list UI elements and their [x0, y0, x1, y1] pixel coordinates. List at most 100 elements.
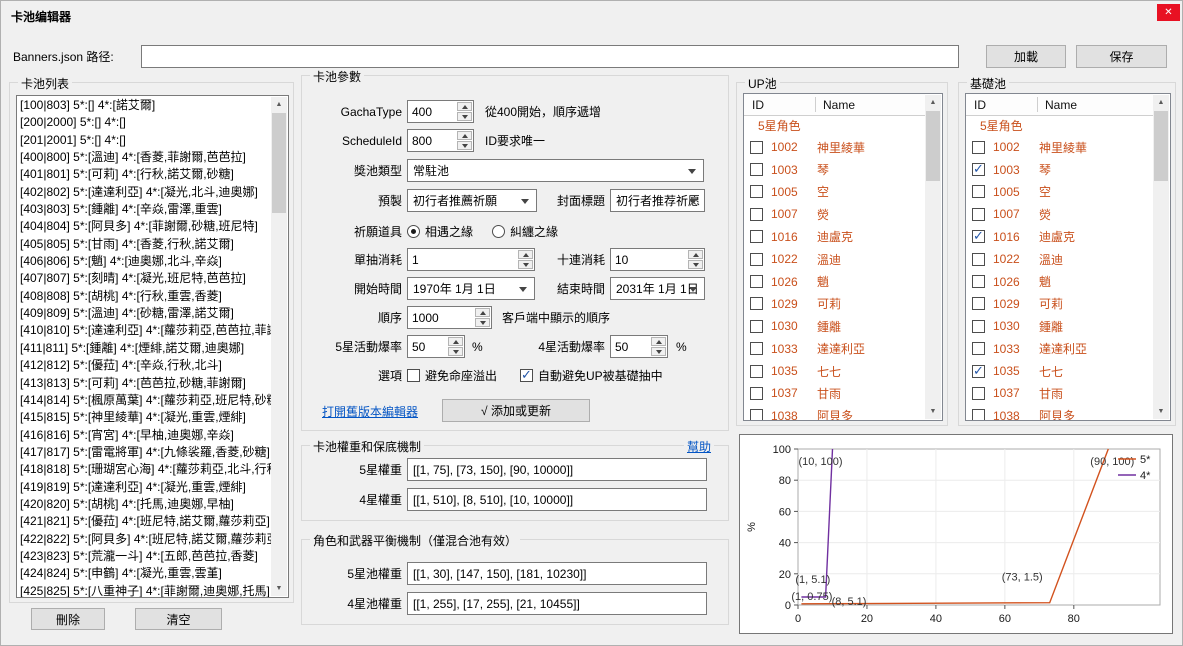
row-checkbox[interactable]: [750, 297, 763, 310]
row-checkbox[interactable]: [972, 387, 985, 400]
row-checkbox[interactable]: [972, 163, 985, 176]
row-checkbox[interactable]: [972, 275, 985, 288]
list-item[interactable]: [423|823] 5*:[荒瀧一斗] 4*:[五郎,芭芭拉,香菱]: [17, 548, 271, 565]
scheduleid-spinner[interactable]: 800: [407, 129, 474, 152]
row-checkbox[interactable]: [750, 163, 763, 176]
list-item[interactable]: [401|801] 5*:[可莉] 4*:[行秋,諾艾爾,砂糖]: [17, 166, 271, 183]
column-header-id[interactable]: ID: [752, 98, 764, 112]
cover-title-combobox[interactable]: 初行者推荐祈愿: [610, 189, 705, 212]
rate4-spinner[interactable]: 50: [610, 335, 668, 358]
table-row[interactable]: 1037甘雨: [744, 382, 925, 404]
pool-weight4-input[interactable]: [[1, 255], [17, 255], [21, 10455]]: [407, 592, 707, 615]
row-checkbox[interactable]: [750, 409, 763, 420]
spinner-arrows-icon[interactable]: [651, 336, 667, 357]
pool-weight5-input[interactable]: [[1, 30], [147, 150], [181, 10230]]: [407, 562, 707, 585]
table-row[interactable]: 1007熒: [744, 203, 925, 225]
spinner-arrows-icon[interactable]: [688, 249, 704, 270]
row-checkbox[interactable]: [972, 320, 985, 333]
help-link[interactable]: 幫助: [684, 438, 714, 455]
row-checkbox[interactable]: [750, 387, 763, 400]
pool-listbox[interactable]: [100|803] 5*:[] 4*:[諾艾爾][200|2000] 5*:[]…: [16, 95, 289, 598]
table-row[interactable]: 1007熒: [966, 203, 1153, 225]
path-input[interactable]: [141, 45, 959, 68]
list-item[interactable]: [418|818] 5*:[珊瑚宮心海] 4*:[蘿莎莉亞,北斗,行秋]: [17, 461, 271, 478]
row-checkbox[interactable]: [750, 365, 763, 378]
delete-button[interactable]: 刪除: [31, 608, 105, 630]
list-item[interactable]: [402|802] 5*:[達達利亞] 4*:[凝光,北斗,迪奧娜]: [17, 184, 271, 201]
scroll-up-icon[interactable]: ▲: [271, 97, 287, 112]
list-item[interactable]: [408|808] 5*:[胡桃] 4*:[行秋,重雲,香菱]: [17, 288, 271, 305]
row-checkbox[interactable]: [750, 275, 763, 288]
spinner-arrows-icon[interactable]: [457, 130, 473, 151]
checkbox-avoid-constellation-overflow[interactable]: 避免命座溢出: [407, 367, 497, 383]
clear-button[interactable]: 清空: [135, 608, 222, 630]
scroll-thumb[interactable]: [926, 111, 940, 181]
scroll-down-icon[interactable]: ▼: [1153, 404, 1169, 419]
spinner-arrows-icon[interactable]: [475, 307, 491, 328]
list-item[interactable]: [415|815] 5*:[神里綾華] 4*:[凝光,重雲,煙緋]: [17, 409, 271, 426]
row-checkbox[interactable]: [750, 230, 763, 243]
base-pool-scrollbar[interactable]: ▲ ▼: [1153, 95, 1169, 419]
rate5-spinner[interactable]: 50: [407, 335, 465, 358]
weight4-input[interactable]: [[1, 510], [8, 510], [10, 10000]]: [407, 488, 707, 511]
scroll-down-icon[interactable]: ▼: [271, 581, 287, 596]
load-button[interactable]: 加載: [986, 45, 1066, 68]
base-pool-table[interactable]: IDName5星角色1002神里綾華1003琴1005空1007熒1016迪盧克…: [965, 93, 1171, 421]
table-row[interactable]: 1003琴: [966, 158, 1153, 180]
table-row[interactable]: 1022溫迪: [744, 248, 925, 270]
row-checkbox[interactable]: [750, 208, 763, 221]
list-item[interactable]: [201|2001] 5*:[] 4*:[]: [17, 132, 271, 149]
order-spinner[interactable]: 1000: [407, 306, 492, 329]
table-row[interactable]: 1002神里綾華: [744, 136, 925, 158]
add-or-update-button[interactable]: √ 添加或更新: [442, 399, 590, 422]
list-item[interactable]: [419|819] 5*:[達達利亞] 4*:[凝光,重雲,煙緋]: [17, 479, 271, 496]
row-checkbox[interactable]: [750, 141, 763, 154]
table-row[interactable]: 1002神里綾華: [966, 136, 1153, 158]
list-item[interactable]: [412|812] 5*:[優菈] 4*:[辛焱,行秋,北斗]: [17, 357, 271, 374]
list-item[interactable]: [406|806] 5*:[魈] 4*:[迪奧娜,北斗,辛焱]: [17, 253, 271, 270]
row-checkbox[interactable]: [972, 141, 985, 154]
column-header-name[interactable]: Name: [823, 98, 855, 112]
checkbox-auto-avoid-up-in-base[interactable]: 自動避免UP被基礎抽中: [520, 367, 663, 383]
column-header-name[interactable]: Name: [1045, 98, 1077, 112]
list-item[interactable]: [422|822] 5*:[阿貝多] 4*:[班尼特,諾艾爾,蘿莎莉亞]: [17, 531, 271, 548]
table-row[interactable]: 1033達達利亞: [966, 338, 1153, 360]
list-item[interactable]: [100|803] 5*:[] 4*:[諾艾爾]: [17, 97, 271, 114]
close-button[interactable]: ✕: [1157, 4, 1180, 21]
table-row[interactable]: 1005空: [744, 181, 925, 203]
row-checkbox[interactable]: [972, 230, 985, 243]
scroll-up-icon[interactable]: ▲: [1153, 95, 1169, 110]
row-checkbox[interactable]: [750, 342, 763, 355]
row-checkbox[interactable]: [750, 185, 763, 198]
list-item[interactable]: [424|824] 5*:[申鶴] 4*:[凝光,重雲,雲堇]: [17, 565, 271, 582]
scroll-up-icon[interactable]: ▲: [925, 95, 941, 110]
spinner-arrows-icon[interactable]: [457, 101, 473, 122]
save-button[interactable]: 保存: [1076, 45, 1167, 68]
list-item[interactable]: [410|810] 5*:[達達利亞] 4*:[蘿莎莉亞,芭芭拉,菲謝爾]: [17, 322, 271, 339]
list-item[interactable]: [411|811] 5*:[鍾離] 4*:[煙緋,諾艾爾,迪奧娜]: [17, 340, 271, 357]
list-item[interactable]: [403|803] 5*:[鍾離] 4*:[辛焱,雷澤,重雲]: [17, 201, 271, 218]
row-checkbox[interactable]: [972, 365, 985, 378]
up-pool-scrollbar[interactable]: ▲ ▼: [925, 95, 941, 419]
row-checkbox[interactable]: [972, 185, 985, 198]
table-row[interactable]: 1035七七: [744, 360, 925, 382]
open-old-editor-link[interactable]: 打開舊版本編輯器: [322, 403, 418, 420]
list-item[interactable]: [421|821] 5*:[優菈] 4*:[班尼特,諾艾爾,蘿莎莉亞]: [17, 513, 271, 530]
list-item[interactable]: [414|814] 5*:[楓原萬葉] 4*:[蘿莎莉亞,班尼特,砂糖]: [17, 392, 271, 409]
list-item[interactable]: [420|820] 5*:[胡桃] 4*:[托馬,迪奧娜,早柚]: [17, 496, 271, 513]
end-time-picker[interactable]: 2031年 1月 1日: [610, 277, 705, 300]
list-item[interactable]: [417|817] 5*:[雷電將軍] 4*:[九條裟羅,香菱,砂糖]: [17, 444, 271, 461]
table-row[interactable]: 1016迪盧克: [744, 226, 925, 248]
list-item[interactable]: [407|807] 5*:[刻晴] 4*:[凝光,班尼特,芭芭拉]: [17, 270, 271, 287]
list-item[interactable]: [200|2000] 5*:[] 4*:[]: [17, 114, 271, 131]
row-checkbox[interactable]: [972, 253, 985, 266]
column-header-id[interactable]: ID: [974, 98, 986, 112]
scroll-thumb[interactable]: [1154, 111, 1168, 181]
row-checkbox[interactable]: [972, 409, 985, 420]
list-item[interactable]: [404|804] 5*:[阿貝多] 4*:[菲謝爾,砂糖,班尼特]: [17, 218, 271, 235]
row-checkbox[interactable]: [972, 297, 985, 310]
table-row[interactable]: 1026魈: [966, 270, 1153, 292]
table-row[interactable]: 1038阿貝多: [744, 405, 925, 420]
row-checkbox[interactable]: [750, 320, 763, 333]
scroll-down-icon[interactable]: ▼: [925, 404, 941, 419]
